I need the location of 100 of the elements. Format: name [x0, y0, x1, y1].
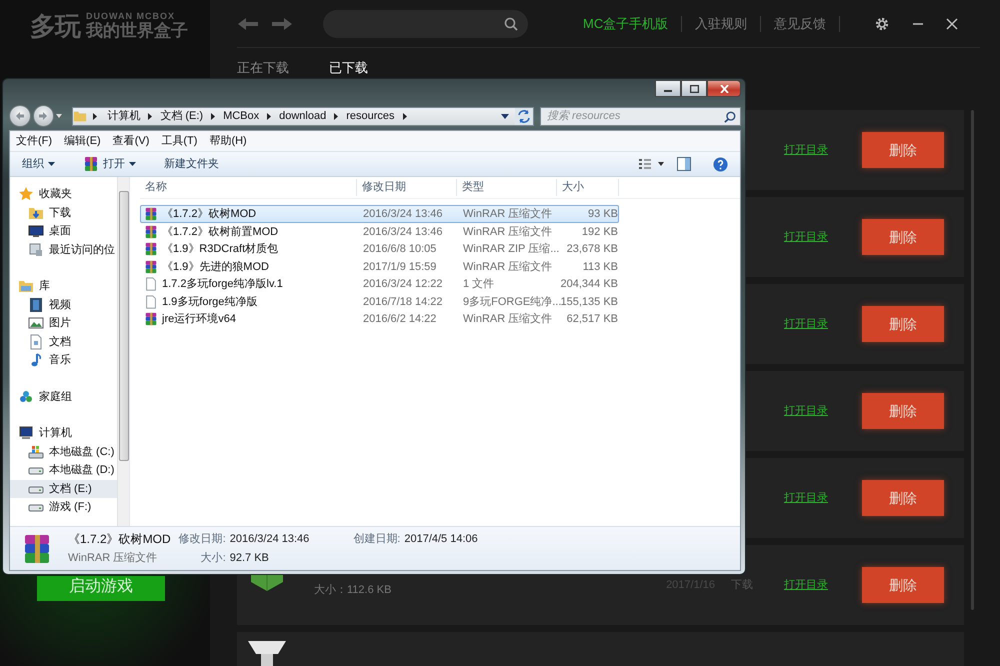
- address-bar[interactable]: 计算机 文档 (E:) MCBox download resources: [72, 106, 534, 126]
- image-icon: [28, 315, 44, 332]
- header-link[interactable]: MC盒子手机版: [570, 14, 682, 34]
- view-options-icon[interactable]: [639, 158, 665, 170]
- open-folder-link[interactable]: 打开目录: [784, 402, 828, 420]
- close-icon[interactable]: [946, 18, 958, 30]
- chevron-icon: [334, 112, 338, 120]
- toolbar-button[interactable]: 组织: [16, 154, 61, 174]
- location-icon: [28, 242, 44, 258]
- column-header[interactable]: 修改日期: [357, 179, 457, 196]
- network-icon: [18, 388, 34, 405]
- menu-item[interactable]: 文件(F): [10, 132, 58, 150]
- settings-icon[interactable]: [874, 16, 890, 32]
- file-icon: [144, 277, 158, 292]
- maximize-icon: [690, 84, 698, 92]
- breadcrumb[interactable]: MCBox: [219, 108, 264, 124]
- search-icon: [504, 16, 518, 30]
- header-link[interactable]: 入驻规则: [682, 14, 760, 34]
- back-arrow-icon: [14, 111, 25, 121]
- breadcrumb[interactable]: 文档 (E:): [156, 108, 208, 124]
- nav-item[interactable]: 下载: [10, 204, 117, 222]
- column-header[interactable]: 类型: [457, 179, 557, 196]
- nav-item[interactable]: 库: [10, 277, 117, 296]
- nav-item[interactable]: 音乐: [10, 351, 117, 370]
- menu-item[interactable]: 查看(V): [106, 132, 156, 150]
- breadcrumb[interactable]: 计算机: [103, 108, 144, 124]
- column-header[interactable]: 大小: [557, 179, 619, 196]
- details-value: 2016/3/24 13:46: [230, 532, 310, 547]
- open-folder-link[interactable]: 打开目录: [784, 316, 828, 332]
- chevron-icon: [148, 112, 152, 120]
- file-type: 9多玩FORGE纯净...: [462, 294, 558, 310]
- file-date: 2016/3/24 13:46: [362, 224, 444, 240]
- nav-item[interactable]: 收藏夹: [10, 185, 117, 204]
- toolbar-button[interactable]: 打开: [77, 154, 142, 174]
- file-name: 《1.7.2》砍树前置MOD: [162, 224, 278, 240]
- open-folder-link[interactable]: 打开目录: [784, 228, 828, 246]
- nav-item[interactable]: 图片: [10, 314, 117, 332]
- file-row[interactable]: 《1.7.2》砍树MOD 2016/3/24 13:46 WinRAR 压缩文件 93 KB: [140, 205, 619, 222]
- file-type: 1 文件: [462, 276, 496, 292]
- nav-item[interactable]: 文档 (E:): [10, 480, 117, 498]
- details-value: 92.7 KB: [230, 551, 270, 566]
- menu-item[interactable]: 编辑(E): [58, 132, 107, 150]
- file-row[interactable]: 《1.9》先进的狼MOD 2017/1/9 15:59 WinRAR 压缩文件 113 KB: [140, 258, 619, 275]
- file-size: 62,517 KB: [566, 312, 619, 327]
- file-name: 《1.9》R3DCraft材质包: [162, 242, 278, 257]
- help-icon[interactable]: [713, 156, 728, 172]
- scrollbar[interactable]: [117, 177, 129, 526]
- logo-title: 我的世界盒子: [86, 22, 188, 41]
- details-label: 大小:: [200, 551, 226, 566]
- dropdown-arrow-icon[interactable]: [500, 114, 509, 118]
- breadcrumb[interactable]: resources: [342, 108, 399, 124]
- open-folder-link[interactable]: 打开目录: [784, 576, 828, 594]
- nav-item[interactable]: 计算机: [10, 424, 117, 442]
- toolbar-button[interactable]: 新建文件夹: [158, 154, 225, 174]
- breadcrumb[interactable]: download: [275, 108, 330, 124]
- nav-item[interactable]: 家庭组: [10, 388, 117, 406]
- search-icon: [724, 110, 736, 122]
- archive-icon: [144, 260, 158, 274]
- column-header[interactable]: 名称: [140, 179, 357, 196]
- film-icon: [28, 296, 44, 313]
- nav-item[interactable]: 视频: [10, 296, 117, 314]
- nav-item[interactable]: 桌面: [10, 222, 117, 240]
- archive-icon: [144, 242, 158, 256]
- archive-icon: [144, 224, 158, 239]
- nav-item[interactable]: 最近访问的位: [10, 240, 117, 259]
- star-icon: [18, 186, 34, 202]
- refresh-icon[interactable]: [514, 108, 533, 124]
- minimize-button[interactable]: [655, 80, 681, 97]
- search-field[interactable]: 搜索 resources: [540, 106, 741, 126]
- maximize-button[interactable]: [681, 80, 707, 97]
- file-type: WinRAR 压缩文件: [462, 206, 554, 222]
- file-row[interactable]: jre运行环境v64 2016/6/2 14:22 WinRAR 压缩文件 62,517 KB: [140, 310, 619, 328]
- header-link[interactable]: 意见反馈: [761, 14, 840, 34]
- file-size: 113 KB: [582, 260, 619, 274]
- file-row[interactable]: 1.9多玩forge纯净版 2016/7/18 14:22 9多玩FORGE纯净...155,135 KB: [140, 292, 619, 310]
- menu-item[interactable]: 帮助(H): [203, 132, 253, 150]
- open-folder-link[interactable]: 打开目录: [784, 490, 828, 506]
- close-button[interactable]: [707, 80, 741, 97]
- nav-item[interactable]: 游戏 (F:): [10, 498, 117, 516]
- preview-pane-icon[interactable]: [677, 157, 691, 171]
- search-field[interactable]: [323, 10, 528, 38]
- file-name: 1.7.2多玩forge纯净版lv.1: [162, 277, 283, 292]
- file-row[interactable]: 《1.7.2》砍树前置MOD 2016/3/24 13:46 WinRAR 压缩文件 192 KB: [140, 222, 619, 240]
- file-row[interactable]: 1.7.2多玩forge纯净版lv.1 2016/3/24 12:22 1 文件 204,344 KB: [140, 275, 619, 292]
- caret-icon: [48, 162, 55, 166]
- file-size: 93 KB: [587, 207, 619, 222]
- nav-item[interactable]: 本地磁盘 (C:): [10, 442, 117, 461]
- nav-item[interactable]: 本地磁盘 (D:): [10, 461, 117, 480]
- nav-item[interactable]: 文档: [10, 332, 117, 351]
- back-button[interactable]: [9, 105, 31, 127]
- forward-button[interactable]: [32, 105, 54, 127]
- file-row[interactable]: 《1.9》R3DCraft材质包 2016/6/8 10:05 WinRAR ZIP 压缩... 23,678 KB: [140, 240, 619, 258]
- details-value: 2017/4/5 14:06: [404, 532, 478, 547]
- tab[interactable]: 正在下载: [237, 61, 289, 76]
- open-folder-link[interactable]: 打开目录: [784, 142, 828, 158]
- tab[interactable]: 已下载: [329, 61, 368, 76]
- folder-icon: [73, 109, 88, 123]
- menu-item[interactable]: 工具(T): [155, 132, 204, 150]
- dropdown-arrow-icon[interactable]: [56, 114, 62, 118]
- chevron-icon: [93, 112, 98, 120]
